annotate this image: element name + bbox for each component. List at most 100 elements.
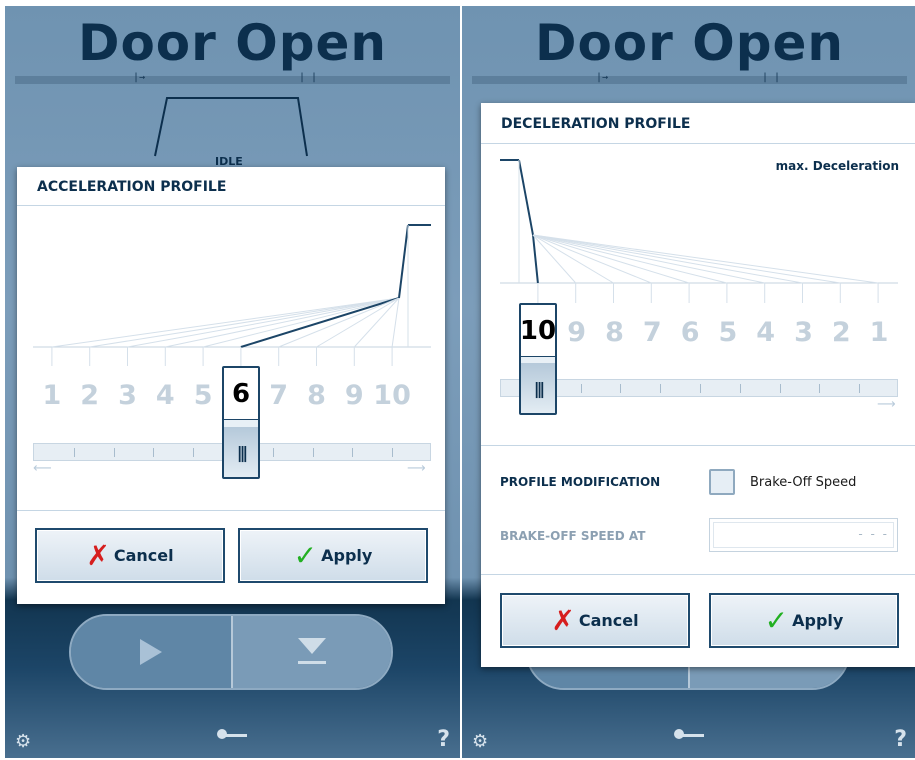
step-3[interactable]: 3: [785, 303, 823, 361]
slider-tick: [352, 448, 354, 457]
profile-line: [532, 234, 841, 284]
step-1[interactable]: 1: [33, 366, 71, 424]
acceleration-profile-dialog: ACCELERATION PROFILE 12345678910 ⟵ ⟶ 6 |…: [17, 167, 445, 604]
slider-tick: [700, 384, 701, 393]
apply-button[interactable]: ✓ Apply: [238, 528, 428, 583]
slider-tick: [660, 384, 662, 393]
profile-line: [532, 234, 652, 284]
profile-line: [391, 297, 400, 348]
slider-tick: [193, 448, 195, 457]
grip-icon: |||: [521, 363, 555, 413]
step-8[interactable]: 8: [298, 366, 336, 424]
profile-line: [532, 234, 879, 284]
deceleration-profile-dialog: DECELERATION PROFILE max. Deceleration 1…: [481, 103, 915, 667]
ramp-line: [518, 159, 534, 236]
step-7[interactable]: 7: [260, 366, 298, 424]
slider-tick: [620, 384, 622, 393]
slider-tick: [859, 384, 861, 393]
step-5[interactable]: 5: [709, 303, 747, 361]
background-profile-graph: [154, 97, 308, 157]
section-divider: [481, 445, 915, 446]
slider-tick: [392, 448, 394, 457]
door-position-track: [472, 76, 907, 84]
step-6[interactable]: 6: [671, 303, 709, 361]
key-icon[interactable]: [216, 729, 249, 739]
profile-line: [278, 297, 400, 348]
profile-line: [202, 297, 400, 348]
cancel-label: Cancel: [578, 611, 639, 630]
cancel-button[interactable]: ✗ Cancel: [35, 528, 225, 583]
buttons-divider: [481, 574, 915, 575]
profile-line: [532, 234, 765, 284]
footer-bar: ⚙ ?: [5, 704, 460, 758]
slider-tick: [819, 384, 821, 393]
check-icon: ✓: [293, 538, 318, 572]
arrow-left-icon: ⟵: [33, 461, 52, 476]
background-title: Door Open: [534, 14, 845, 72]
apply-button[interactable]: ✓ Apply: [709, 593, 899, 648]
gear-icon[interactable]: ⚙: [472, 731, 488, 752]
slider-tick: [73, 448, 75, 457]
gear-icon[interactable]: ⚙: [15, 731, 31, 752]
slider-handle[interactable]: 10 |||: [519, 303, 557, 415]
key-icon[interactable]: [673, 729, 706, 739]
play-button[interactable]: [71, 616, 231, 688]
slider-tick: [153, 448, 155, 457]
slider-tick: [580, 384, 582, 393]
slider-tick: [312, 448, 314, 457]
brake-off-speed-checkbox[interactable]: [709, 469, 735, 495]
arrow-right-icon: ⟶: [877, 397, 896, 412]
arrow-right-icon: ⟶: [407, 461, 426, 476]
selected-profile-line: [532, 234, 539, 284]
step-1[interactable]: 1: [860, 303, 898, 361]
apply-label: Apply: [792, 611, 844, 630]
step-9[interactable]: 9: [558, 303, 596, 361]
profile-line: [532, 234, 728, 284]
buttons-divider: [17, 510, 445, 511]
brake-off-speed-at-label: BRAKE-OFF SPEED AT: [500, 529, 646, 543]
profile-modification-label: PROFILE MODIFICATION: [500, 475, 661, 489]
play-icon: [140, 639, 162, 665]
x-icon: ✗: [86, 538, 110, 572]
step-2[interactable]: 2: [71, 366, 109, 424]
slider-tick: [272, 448, 274, 457]
slider-handle[interactable]: 6 |||: [222, 366, 260, 479]
cancel-button[interactable]: ✗ Cancel: [500, 593, 690, 648]
slider-tick: [739, 384, 741, 393]
brake-off-speed-field[interactable]: - - -: [709, 518, 898, 552]
slider-track[interactable]: [500, 379, 898, 397]
profile-line: [165, 297, 400, 348]
step-5[interactable]: 5: [184, 366, 222, 424]
drive-control: [69, 614, 393, 690]
deceleration-steps: 10987654321: [520, 303, 898, 361]
step-3[interactable]: 3: [109, 366, 147, 424]
help-icon[interactable]: ?: [437, 727, 450, 752]
ramp-line: [398, 224, 409, 299]
step-8[interactable]: 8: [596, 303, 634, 361]
step-4[interactable]: 4: [747, 303, 785, 361]
apply-label: Apply: [321, 546, 373, 565]
selected-value: 10: [520, 305, 556, 357]
x-icon: ✗: [551, 603, 575, 637]
step-7[interactable]: 7: [633, 303, 671, 361]
footer-bar: ⚙ ?: [462, 704, 915, 758]
profile-line: [89, 297, 400, 348]
close-door-icon: [298, 638, 326, 666]
check-icon: ✓: [764, 603, 789, 637]
cancel-label: Cancel: [113, 546, 174, 565]
grip-icon: |||: [224, 427, 258, 477]
track-start-marker: |→: [596, 72, 609, 83]
step-10[interactable]: 10: [373, 366, 411, 424]
field-inner-border: [713, 522, 894, 548]
step-9[interactable]: 9: [335, 366, 373, 424]
step-4[interactable]: 4: [146, 366, 184, 424]
help-icon[interactable]: ?: [894, 727, 907, 752]
profile-line: [51, 297, 400, 348]
slider-tick: [113, 448, 115, 457]
selected-value: 6: [224, 368, 258, 420]
close-door-button[interactable]: [231, 616, 391, 688]
track-end-marker: | |: [762, 72, 781, 83]
slider-tick: [779, 384, 781, 393]
brake-off-speed-checkbox-label: Brake-Off Speed: [750, 475, 857, 490]
step-2[interactable]: 2: [822, 303, 860, 361]
